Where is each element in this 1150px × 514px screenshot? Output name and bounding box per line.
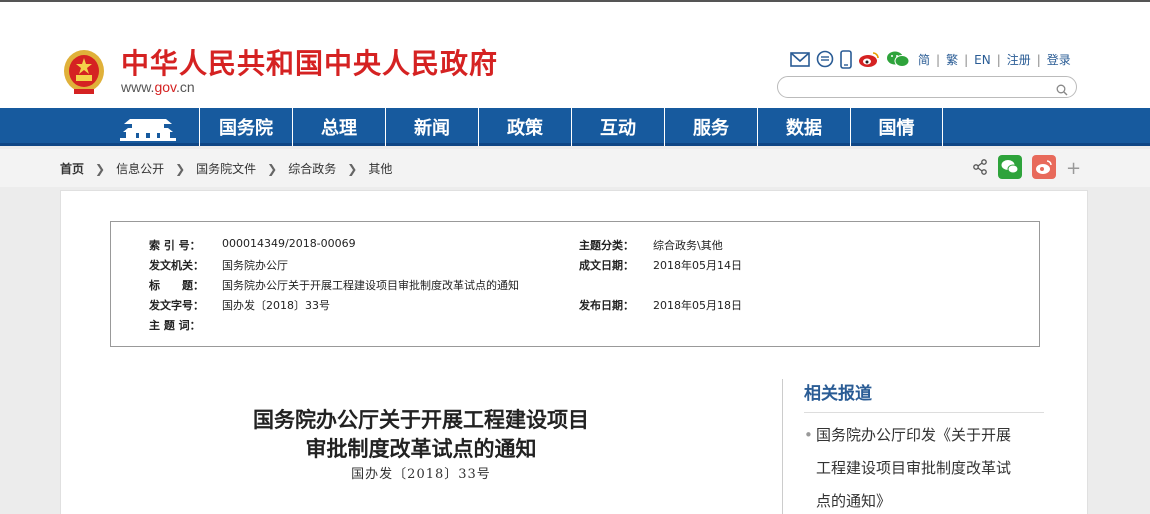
search-icon[interactable]: [1056, 81, 1068, 100]
info-label: 发文机关：: [149, 259, 204, 272]
nav-item-premier[interactable]: 总理: [292, 108, 385, 146]
info-value: 国务院办公厅: [222, 259, 288, 272]
chevron-right-icon: ❯: [95, 161, 106, 176]
breadcrumb-info-disclosure[interactable]: 信息公开: [116, 160, 164, 177]
site-url-prefix: www.: [121, 79, 155, 95]
info-label: 标 题：: [149, 279, 204, 292]
more-icon[interactable]: +: [1066, 159, 1081, 179]
nav-item-services[interactable]: 服务: [664, 108, 757, 146]
vertical-divider: [782, 379, 783, 514]
document-number: 国办发〔2018〕33号: [351, 467, 491, 482]
register-link[interactable]: 注册: [1007, 51, 1031, 68]
tiananmen-logo-icon[interactable]: [116, 113, 180, 143]
info-value: 综合政务\其他: [653, 239, 723, 252]
weibo-icon[interactable]: [858, 50, 880, 68]
related-report-line: 工程建设项目审批制度改革试: [816, 459, 1012, 477]
site-title[interactable]: 中华人民共和国中央人民政府: [121, 42, 498, 82]
info-value: 国务院办公厅关于开展工程建设项目审批制度改革试点的通知: [222, 279, 519, 292]
lang-english-link[interactable]: EN: [974, 53, 991, 67]
info-label: 发文字号：: [149, 299, 204, 312]
breadcrumb: 首页 ❯ 信息公开 ❯ 国务院文件 ❯ 综合政务 ❯ 其他: [60, 160, 392, 177]
related-report-line: 点的通知》: [816, 492, 892, 510]
top-icon-bar: [790, 48, 910, 70]
main-panel: 索 引 号： 000014349/2018-00069 主题分类： 综合政务\其…: [60, 190, 1088, 514]
nav-item-data[interactable]: 数据: [757, 108, 850, 146]
info-label: 成文日期：: [579, 259, 634, 272]
main-nav: 国务院 总理 新闻 政策 互动 服务 数据 国情: [0, 108, 1150, 146]
nav-items: 国务院 总理 新闻 政策 互动 服务 数据 国情: [199, 108, 943, 146]
info-label: 发布日期：: [579, 299, 634, 312]
info-value: 国办发〔2018〕33号: [222, 299, 330, 312]
info-label: 索 引 号：: [149, 239, 201, 252]
national-emblem-icon[interactable]: [61, 47, 107, 97]
document-title-line2: 审批制度改革试点的通知: [305, 436, 537, 461]
related-report-link[interactable]: • 国务院办公厅印发《关于开展 工程建设项目审批制度改革试 点的通知》: [804, 419, 1044, 514]
related-reports: 相关报道 • 国务院办公厅印发《关于开展 工程建设项目审批制度改革试 点的通知》: [804, 379, 1044, 514]
info-value: 000014349/2018-00069: [222, 237, 356, 250]
breadcrumb-general-affairs[interactable]: 综合政务: [288, 160, 336, 177]
related-report-line: 国务院办公厅印发《关于开展: [816, 426, 1012, 444]
login-link[interactable]: 登录: [1047, 51, 1071, 68]
breadcrumb-other[interactable]: 其他: [368, 160, 392, 177]
site-url[interactable]: www.gov.cn: [121, 79, 195, 95]
related-reports-title: 相关报道: [804, 384, 872, 404]
mail-icon[interactable]: [790, 51, 810, 67]
language-links: 简 | 繁 | EN | 注册 | 登录: [918, 51, 1071, 68]
site-url-suffix: .cn: [176, 79, 195, 95]
info-label: 主题分类：: [579, 239, 634, 252]
breadcrumb-bar: 首页 ❯ 信息公开 ❯ 国务院文件 ❯ 综合政务 ❯ 其他 +: [0, 149, 1150, 187]
separator: |: [936, 52, 941, 67]
weibo-share-icon[interactable]: [1032, 155, 1056, 183]
info-value: 2018年05月18日: [653, 299, 742, 312]
separator: |: [1036, 52, 1041, 67]
nav-item-interaction[interactable]: 互动: [571, 108, 664, 146]
site-url-brand: gov: [154, 79, 176, 95]
separator: |: [964, 52, 969, 67]
share-icon[interactable]: [972, 159, 988, 179]
document-title: 国务院办公厅关于开展工程建设项目 审批制度改革试点的通知: [61, 405, 781, 463]
site-header: 中华人民共和国中央人民政府 www.gov.cn 简 | 繁 | EN | 注册…: [0, 0, 1150, 108]
nav-item-national-conditions[interactable]: 国情: [850, 108, 943, 146]
nav-item-state-council[interactable]: 国务院: [199, 108, 292, 146]
breadcrumb-state-council-docs[interactable]: 国务院文件: [196, 160, 256, 177]
breadcrumb-home[interactable]: 首页: [60, 160, 84, 177]
chevron-right-icon: ❯: [267, 161, 278, 176]
info-label: 主 题 词：: [149, 319, 201, 332]
wechat-icon[interactable]: [886, 50, 910, 68]
lang-simplified-link[interactable]: 简: [918, 51, 930, 68]
document-title-line1: 国务院办公厅关于开展工程建设项目: [253, 407, 589, 432]
search-input[interactable]: [788, 79, 1050, 95]
separator: |: [996, 52, 1001, 67]
divider: [804, 412, 1044, 413]
chevron-right-icon: ❯: [175, 161, 186, 176]
document-info-box: 索 引 号： 000014349/2018-00069 主题分类： 综合政务\其…: [110, 221, 1040, 347]
search-box: [777, 76, 1077, 98]
info-value: 2018年05月14日: [653, 259, 742, 272]
nav-item-news[interactable]: 新闻: [385, 108, 478, 146]
message-icon[interactable]: [816, 50, 834, 68]
bullet-icon: •: [804, 426, 813, 444]
share-tools: +: [972, 155, 1081, 183]
chevron-right-icon: ❯: [347, 161, 358, 176]
mobile-icon[interactable]: [840, 49, 852, 69]
lang-traditional-link[interactable]: 繁: [946, 51, 958, 68]
nav-item-policies[interactable]: 政策: [478, 108, 571, 146]
wechat-share-icon[interactable]: [998, 155, 1022, 183]
